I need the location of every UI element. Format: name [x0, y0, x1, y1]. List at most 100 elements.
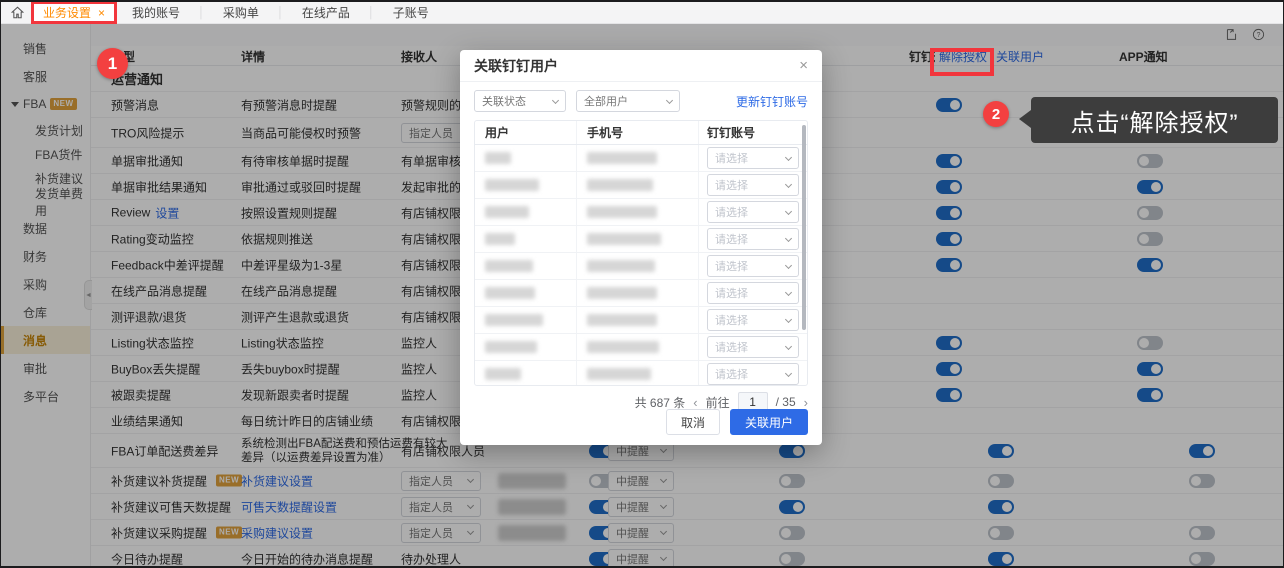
- redacted-user-name: [485, 341, 537, 353]
- chevron-down-icon: [665, 96, 674, 104]
- dingtalk-account-select[interactable]: 请选择: [707, 147, 799, 169]
- nav-separator: │: [276, 6, 284, 19]
- redacted-user-name: [485, 287, 535, 299]
- dingtalk-account-select[interactable]: 请选择: [707, 363, 799, 385]
- modal-title: 关联钉钉用户: [474, 57, 558, 74]
- tab-business-settings[interactable]: 业务设置 ×: [31, 2, 118, 24]
- chevron-down-icon: [784, 261, 793, 269]
- modal-user-row: 请选择: [475, 199, 807, 226]
- dingtalk-account-select[interactable]: 请选择: [707, 201, 799, 223]
- redacted-user-name: [485, 152, 511, 164]
- modal-user-table: 用户 手机号 钉钉账号 请选择 请选择 请选择 请选择 请选择 请选择 请选择 请选择 请选择: [474, 120, 808, 386]
- dingtalk-account-select[interactable]: 请选择: [707, 228, 799, 250]
- modal-user-row: 请选择: [475, 172, 807, 199]
- modal-user-row: 请选择: [475, 226, 807, 253]
- chevron-down-icon: [784, 153, 793, 161]
- confirm-bind-user-button[interactable]: 关联用户: [729, 409, 808, 435]
- modal-filters: 关联状态 全部用户 更新钉钉账号: [460, 82, 822, 112]
- modal-user-row: 请选择: [475, 334, 807, 361]
- modal-user-row: 请选择: [475, 307, 807, 334]
- modal-user-row: 请选择: [475, 145, 807, 172]
- select-value: 请选择: [715, 234, 748, 246]
- dingtalk-account-cell: 请选择: [699, 253, 807, 279]
- modal-user-row: 请选择: [475, 253, 807, 280]
- home-icon[interactable]: [11, 6, 24, 19]
- nav-separator: │: [198, 6, 205, 19]
- redacted-phone: [587, 341, 659, 353]
- goto-label: 前往: [705, 395, 730, 410]
- dingtalk-user-modal: 关联钉钉用户 × 关联状态 全部用户 更新钉钉账号 用户 手机号 钉钉账号 请选…: [460, 50, 822, 445]
- phone-cell: [577, 226, 699, 252]
- phone-cell: [577, 199, 699, 225]
- dingtalk-account-cell: 请选择: [699, 145, 807, 171]
- dingtalk-account-select[interactable]: 请选择: [707, 309, 799, 331]
- dingtalk-account-cell: 请选择: [699, 334, 807, 360]
- nav-item-3[interactable]: 在线产品: [302, 4, 350, 21]
- select-value: 请选择: [715, 261, 748, 273]
- dingtalk-account-select[interactable]: 请选择: [707, 336, 799, 358]
- redacted-phone: [587, 206, 657, 218]
- user-cell: [475, 307, 577, 333]
- phone-cell: [577, 172, 699, 198]
- total-count: 共 687 条: [634, 395, 686, 410]
- select-value: 请选择: [715, 342, 748, 354]
- annotation-step-1-badge: 1: [97, 48, 128, 79]
- link-status-select[interactable]: 关联状态: [474, 90, 566, 112]
- redacted-phone: [587, 287, 657, 299]
- chevron-down-icon: [784, 342, 793, 350]
- redacted-user-name: [485, 233, 515, 245]
- user-cell: [475, 361, 577, 385]
- scrollbar[interactable]: [802, 125, 806, 330]
- user-cell: [475, 334, 577, 360]
- chevron-down-icon: [784, 315, 793, 323]
- user-cell: [475, 145, 577, 171]
- phone-cell: [577, 334, 699, 360]
- nav-separator: │: [367, 6, 375, 19]
- select-value: 请选择: [715, 288, 748, 300]
- dingtalk-account-cell: 请选择: [699, 172, 807, 198]
- user-cell: [475, 172, 577, 198]
- annotation-step-2-badge: 2: [983, 101, 1009, 127]
- chevron-down-icon: [784, 180, 793, 188]
- phone-cell: [577, 307, 699, 333]
- top-nav: 业务设置 × 我的账号 │ 采购单 │ 在线产品 │ 子账号: [1, 2, 1283, 24]
- phone-cell: [577, 361, 699, 385]
- modal-footer: 取消 关联用户: [665, 409, 808, 435]
- user-cell: [475, 199, 577, 225]
- redacted-phone: [587, 368, 651, 380]
- app-surface: 业务设置 × 我的账号 │ 采购单 │ 在线产品 │ 子账号 ? 销售 客服 FBA NEW 发货计…: [1, 2, 1283, 566]
- annotation-tooltip: 点击“解除授权”: [1019, 97, 1278, 143]
- chevron-down-icon: [784, 234, 793, 242]
- chevron-down-icon: [784, 369, 793, 377]
- user-cell: [475, 280, 577, 306]
- dingtalk-account-select[interactable]: 请选择: [707, 282, 799, 304]
- redacted-user-name: [485, 314, 543, 326]
- dingtalk-account-cell: 请选择: [699, 226, 807, 252]
- dingtalk-account-cell: 请选择: [699, 280, 807, 306]
- dingtalk-account-cell: 请选择: [699, 307, 807, 333]
- next-page-icon[interactable]: ›: [804, 395, 808, 410]
- phone-cell: [577, 280, 699, 306]
- total-pages: / 35: [775, 395, 796, 409]
- modal-user-row: 请选择: [475, 280, 807, 307]
- dingtalk-account-select[interactable]: 请选择: [707, 255, 799, 277]
- user-cell: [475, 253, 577, 279]
- close-icon[interactable]: ×: [98, 6, 105, 20]
- select-value: 请选择: [715, 153, 748, 165]
- nav-item-1[interactable]: 我的账号: [132, 4, 180, 21]
- redacted-phone: [587, 314, 657, 326]
- prev-page-icon[interactable]: ‹: [693, 395, 697, 410]
- nav-item-2[interactable]: 采购单: [223, 4, 259, 21]
- top-nav-items: 我的账号 │ 采购单 │ 在线产品 │ 子账号: [114, 4, 429, 21]
- refresh-dingtalk-link[interactable]: 更新钉钉账号: [736, 93, 808, 110]
- dingtalk-account-cell: 请选择: [699, 199, 807, 225]
- redacted-user-name: [485, 368, 521, 380]
- nav-item-4[interactable]: 子账号: [393, 4, 429, 21]
- modal-table-rows: 请选择 请选择 请选择 请选择 请选择 请选择 请选择 请选择 请选择: [475, 145, 807, 385]
- all-users-select[interactable]: 全部用户: [576, 90, 680, 112]
- dingtalk-account-select[interactable]: 请选择: [707, 174, 799, 196]
- close-icon[interactable]: ×: [799, 57, 808, 74]
- cancel-button[interactable]: 取消: [665, 409, 720, 435]
- modal-user-row: 请选择: [475, 361, 807, 385]
- redacted-user-name: [485, 206, 529, 218]
